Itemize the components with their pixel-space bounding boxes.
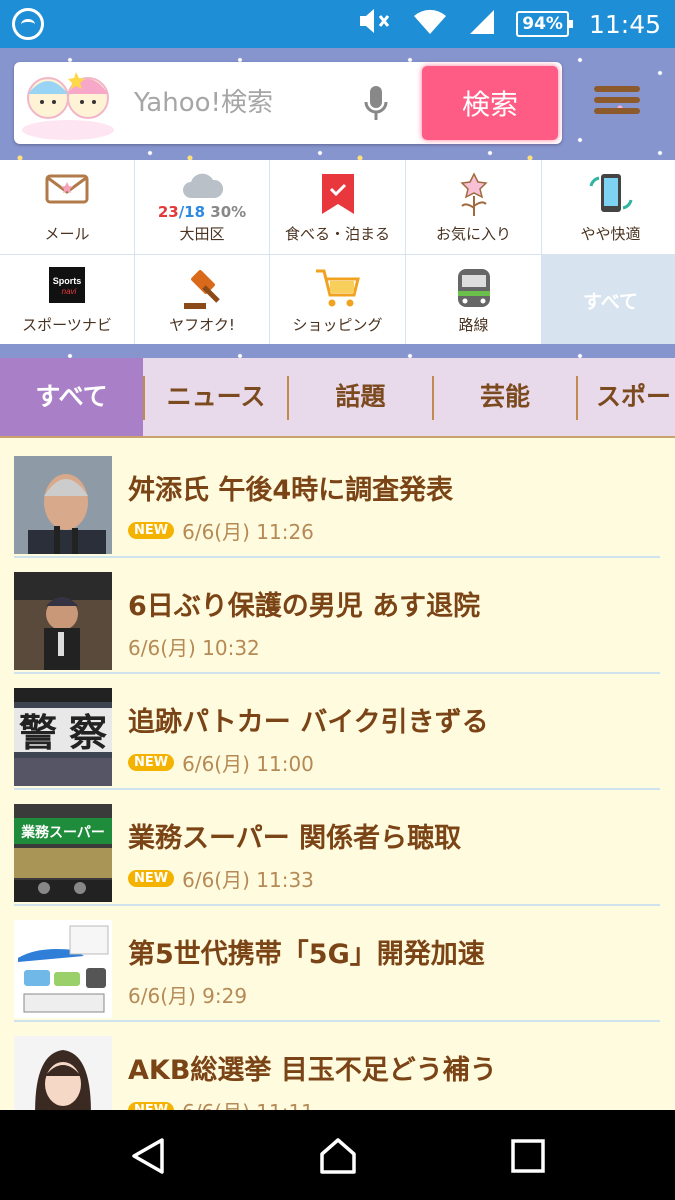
quick-link-label: やや快適 [580, 225, 641, 243]
quick-link-favorites[interactable]: お気に入り [406, 160, 541, 254]
news-item[interactable]: 警察 追跡パトカー バイク引きずる NEW 6/6(月) 11:00 [14, 674, 660, 790]
mute-icon [358, 7, 392, 41]
news-item[interactable]: 舛添氏 午後4時に調査発表 NEW 6/6(月) 11:26 [14, 442, 660, 558]
svg-text:Sports: Sports [53, 276, 82, 286]
mail-icon [45, 172, 89, 210]
quick-link-auction[interactable]: ヤフオク! [135, 255, 269, 345]
tab-entertainment[interactable]: 芸能 [434, 358, 576, 436]
quick-link-label: お気に入り [435, 225, 511, 243]
wifi-icon [412, 8, 448, 40]
search-button[interactable]: 検索 [422, 66, 558, 140]
recent-apps-icon[interactable] [508, 1136, 548, 1176]
news-headline: 業務スーパー 関係者ら聴取 [128, 823, 462, 854]
news-time: 6/6(月) 11:33 [182, 868, 314, 892]
high-temp: 23 [157, 203, 179, 221]
news-time: 6/6(月) 9:29 [128, 984, 248, 1008]
weather-temps: 23/18 30% [158, 203, 246, 221]
news-item[interactable]: 業務スーパー 業務スーパー 関係者ら聴取 NEW 6/6(月) 11:33 [14, 790, 660, 906]
header: 検索 [0, 48, 675, 160]
quick-links-grid: メール 23/18 30% 大田区 食べる・泊まる お気に入り やや快適 Spo… [0, 160, 675, 345]
news-time: 6/6(月) 10:32 [128, 636, 260, 660]
news-thumbnail [14, 1036, 112, 1110]
decorative-band [0, 344, 675, 358]
menu-icon[interactable] [594, 86, 640, 122]
status-bar: 94% 11:45 [0, 0, 675, 48]
navigation-bar [0, 1110, 675, 1200]
tab-topics[interactable]: 話題 [289, 358, 432, 436]
news-time: 6/6(月) 11:11 [182, 1096, 314, 1110]
quick-link-label: ヤフオク! [169, 316, 235, 334]
news-meta: 6/6(月) 9:29 [128, 980, 247, 1009]
low-temp: 18 [184, 203, 206, 221]
category-tabs: すべて ニュース 話題 芸能 スポー [0, 358, 675, 438]
quick-link-shopping[interactable]: ショッピング [270, 255, 405, 345]
news-item[interactable]: AKB総選挙 目玉不足どう補う NEW 6/6(月) 11:11 [14, 1022, 660, 1110]
quick-link-label: ショッピング [292, 316, 383, 334]
quick-link-transit[interactable]: 路線 [406, 255, 541, 345]
search-box: 検索 [14, 62, 562, 144]
quick-link-mail[interactable]: メール [0, 160, 134, 254]
thumb-police-text: 察 [69, 711, 107, 755]
svg-text:navi: navi [62, 287, 77, 296]
cart-icon [314, 267, 362, 313]
quick-link-all[interactable]: すべて [542, 255, 675, 345]
little-twin-stars-logo[interactable] [16, 64, 120, 140]
search-input[interactable] [134, 80, 354, 126]
quick-link-label: スポーツナビ [22, 316, 112, 334]
phone-icon [587, 172, 635, 218]
news-thumbnail: 警察 [14, 688, 112, 786]
sportsnavi-logo: Sports navi [49, 267, 85, 307]
news-headline: 舛添氏 午後4時に調査発表 [128, 475, 454, 506]
new-badge: NEW [128, 522, 175, 539]
thumb-police-text: 警 [19, 711, 57, 755]
news-time: 6/6(月) 11:00 [182, 752, 314, 776]
news-time: 6/6(月) 11:26 [182, 520, 314, 544]
microphone-icon[interactable] [364, 84, 388, 124]
quick-link-label: 大田区 [179, 225, 225, 243]
news-meta: 6/6(月) 10:32 [128, 632, 260, 661]
tab-all[interactable]: すべて [0, 358, 143, 436]
train-icon [456, 267, 492, 315]
new-badge: NEW [128, 870, 175, 887]
news-thumbnail [14, 572, 112, 670]
cloud-icon [181, 172, 224, 204]
news-meta: NEW 6/6(月) 11:26 [128, 516, 314, 545]
news-meta: NEW 6/6(月) 11:00 [128, 748, 314, 777]
quick-link-label: 食べる・泊まる [284, 225, 390, 243]
news-headline: 第5世代携帯「5G」開発加速 [128, 939, 485, 970]
news-headline: 追跡パトカー バイク引きずる [128, 707, 489, 738]
gavel-icon [180, 267, 224, 315]
quick-link-label: すべて [583, 290, 638, 313]
flower-icon [456, 172, 492, 222]
back-icon[interactable] [128, 1136, 168, 1176]
quick-link-label: 路線 [458, 316, 489, 334]
clock: 11:45 [588, 9, 661, 39]
news-list: 舛添氏 午後4時に調査発表 NEW 6/6(月) 11:26 6日ぶり保護の男児… [0, 440, 675, 1110]
new-badge: NEW [128, 1102, 175, 1110]
news-thumbnail: 業務スーパー [14, 804, 112, 902]
signal-icon [468, 8, 496, 40]
news-meta: NEW 6/6(月) 11:11 [128, 1096, 314, 1110]
tab-news[interactable]: ニュース [145, 358, 287, 436]
thumb-store-text: 業務スーパー [20, 824, 105, 841]
news-item[interactable]: 6日ぶり保護の男児 あす退院 6/6(月) 10:32 [14, 558, 660, 674]
news-thumbnail [14, 456, 112, 554]
quick-link-label: メール [44, 225, 90, 243]
news-item[interactable]: 第5世代携帯「5G」開発加速 6/6(月) 9:29 [14, 906, 660, 1022]
news-headline: AKB総選挙 目玉不足どう補う [128, 1055, 497, 1086]
battery-icon: 94% [516, 11, 573, 37]
quick-link-sportsnavi[interactable]: Sports navi スポーツナビ [0, 255, 134, 345]
home-icon[interactable] [318, 1136, 358, 1176]
news-thumbnail [14, 920, 112, 1018]
news-meta: NEW 6/6(月) 11:33 [128, 864, 314, 893]
quick-link-weather[interactable]: 23/18 30% 大田区 [135, 160, 269, 254]
app-icon [12, 8, 44, 40]
quick-link-comfort[interactable]: やや快適 [542, 160, 675, 254]
news-headline: 6日ぶり保護の男児 あす退院 [128, 591, 481, 622]
bookmark-icon [320, 172, 356, 220]
quick-link-food-travel[interactable]: 食べる・泊まる [270, 160, 405, 254]
new-badge: NEW [128, 754, 175, 771]
rain-chance: 30% [205, 203, 247, 221]
tab-sports[interactable]: スポー [578, 358, 675, 436]
